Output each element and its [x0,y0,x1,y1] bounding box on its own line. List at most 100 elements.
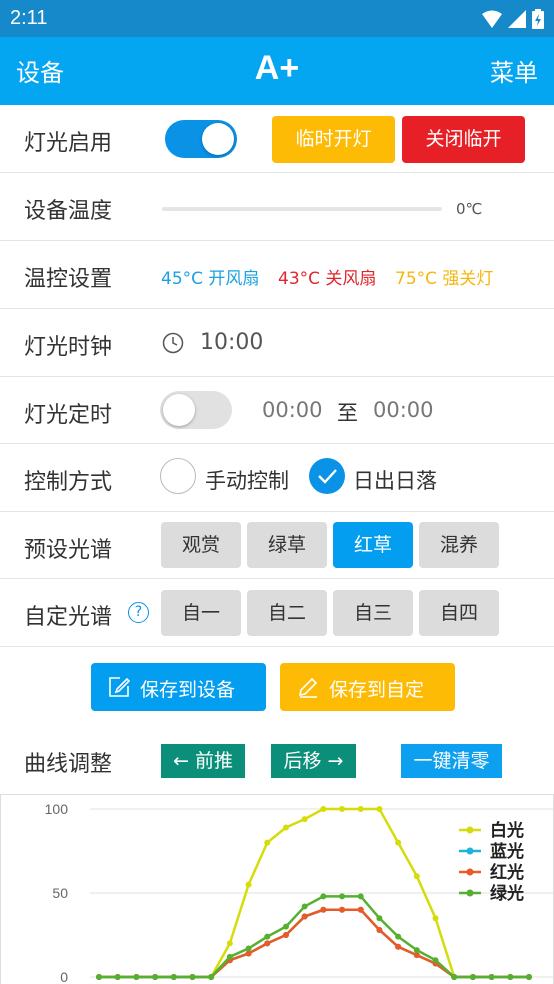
legend-label: 蓝光 [490,841,524,862]
data-point[interactable] [357,906,364,913]
data-point[interactable] [432,915,439,922]
timer-end[interactable]: 00:00 [373,398,434,422]
temp-on-button[interactable]: 临时开灯 [272,116,395,163]
timer-start[interactable]: 00:00 [262,398,323,422]
data-point[interactable] [488,974,495,980]
custom-4-button[interactable]: 自四 [419,590,499,636]
data-point[interactable] [264,839,271,846]
data-point[interactable] [189,974,196,980]
app-bar: 设备 A+ 菜单 [0,37,554,105]
data-point[interactable] [245,881,252,888]
temp-value: 0℃ [456,200,483,218]
data-point[interactable] [245,945,252,952]
data-point[interactable] [96,974,102,980]
data-point[interactable] [395,943,402,950]
row-temp-control: 温控设置 45°C 开风扇 43°C 关风扇 75°C 强关灯 [0,241,554,309]
data-point[interactable] [507,974,514,980]
custom-2-button[interactable]: 自二 [247,590,327,636]
reset-curve-button[interactable]: 一键清零 [401,744,502,778]
row-device-temp: 设备温度 0℃ [0,173,554,241]
light-enable-label: 灯光启用 [24,131,113,156]
fan-off-setting[interactable]: 43°C 关风扇 [278,264,376,289]
help-icon[interactable]: ? [128,602,149,623]
data-point[interactable] [320,806,327,812]
data-point[interactable] [301,816,308,823]
switch-knob [202,123,234,155]
manual-label[interactable]: 手动控制 [205,465,289,495]
data-point[interactable] [376,915,383,922]
sunrise-sunset-label[interactable]: 日出日落 [353,465,437,495]
fan-on-setting[interactable]: 45°C 开风扇 [161,264,259,289]
data-point[interactable] [320,893,327,900]
data-point[interactable] [208,974,215,980]
light-off-setting[interactable]: 75°C 强关灯 [395,264,493,289]
data-point[interactable] [301,913,308,920]
data-point[interactable] [226,953,233,960]
data-point[interactable] [451,974,458,980]
shift-forward-button[interactable]: ← 前推 [161,744,245,778]
y-tick-label: 50 [52,885,68,901]
device-temp-label: 设备温度 [24,199,113,224]
data-point[interactable] [133,974,140,980]
data-point[interactable] [339,806,346,812]
data-point[interactable] [376,926,383,933]
save-to-device-button[interactable]: 保存到设备 [91,663,266,711]
save-to-custom-button[interactable]: 保存到自定 [280,663,455,711]
light-timer-switch[interactable] [160,391,232,429]
data-point[interactable] [413,947,420,954]
save-to-device-label: 保存到设备 [140,679,236,701]
data-point[interactable] [413,873,420,880]
light-enable-switch[interactable] [165,120,237,158]
custom-1-button[interactable]: 自一 [161,590,241,636]
data-point[interactable] [152,974,159,980]
row-preset-spectrum: 预设光谱 观赏 绿草 红草 混养 [0,512,554,579]
data-point[interactable] [264,933,271,940]
timer-separator: 至 [337,401,358,425]
y-tick-label: 100 [45,801,69,817]
data-point[interactable] [226,940,233,947]
data-point[interactable] [395,933,402,940]
control-mode-label: 控制方式 [24,470,113,495]
preset-view-button[interactable]: 观赏 [161,522,241,568]
switch-knob [163,394,195,426]
data-point[interactable] [264,940,271,947]
edit-icon [109,677,130,697]
data-point[interactable] [526,974,532,980]
data-point[interactable] [339,893,346,900]
preset-mixed-button[interactable]: 混养 [419,522,499,568]
menu-button[interactable]: 菜单 [490,53,538,88]
data-point[interactable] [395,839,402,846]
battery-icon [532,9,544,29]
data-point[interactable] [282,932,289,938]
preset-red-grass-button[interactable]: 红草 [333,522,413,568]
data-point[interactable] [339,906,346,913]
data-point[interactable] [170,974,177,980]
radio-sunrise-sunset[interactable] [309,458,345,494]
data-point[interactable] [357,893,364,900]
light-clock-label: 灯光时钟 [24,335,113,360]
row-control-mode: 控制方式 手动控制 日出日落 [0,444,554,512]
y-tick-label: 0 [60,969,68,984]
data-point[interactable] [282,824,289,831]
preset-green-grass-button[interactable]: 绿草 [247,522,327,568]
legend-label: 白光 [490,820,524,841]
shift-back-button[interactable]: 后移 → [271,744,356,778]
data-point[interactable] [301,903,308,910]
clock-icon [162,332,184,354]
preset-spectrum-label: 预设光谱 [24,538,113,563]
custom-3-button[interactable]: 自三 [333,590,413,636]
spectrum-curve-chart[interactable]: 100 50 0 白光蓝光红光绿光 [0,794,554,984]
data-point[interactable] [432,957,439,964]
data-point[interactable] [114,974,121,980]
wifi-icon [482,10,502,28]
data-point[interactable] [320,906,327,913]
data-point[interactable] [282,923,289,930]
clock-time[interactable]: 10:00 [200,330,263,355]
custom-spectrum-label: 自定光谱 [24,605,113,630]
radio-manual[interactable] [160,458,196,494]
data-point[interactable] [469,974,476,980]
light-timer-label: 灯光定时 [24,403,113,428]
data-point[interactable] [357,806,364,812]
data-point[interactable] [376,806,383,812]
close-temp-button[interactable]: 关闭临开 [402,116,525,163]
